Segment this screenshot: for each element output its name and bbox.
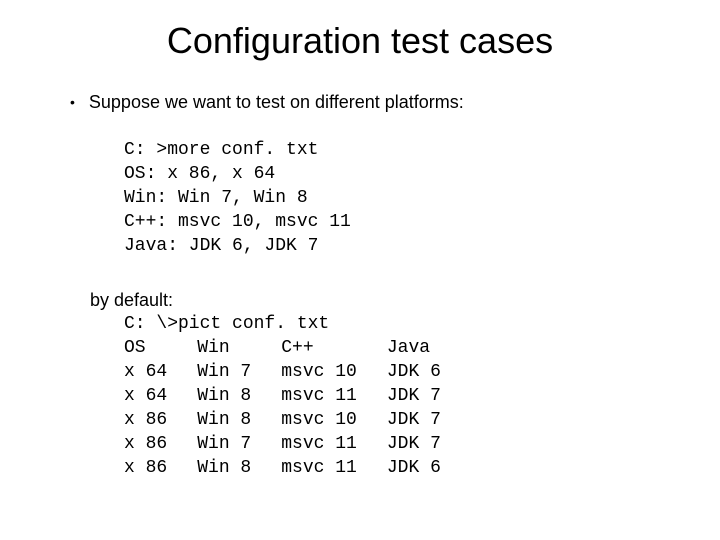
slide-title: Configuration test cases (60, 20, 660, 62)
cell: x 86 (124, 432, 197, 456)
cell: x 64 (124, 384, 197, 408)
table-row: x 86 Win 8 msvc 10 JDK 7 (124, 408, 471, 432)
pict-command: C: \>pict conf. txt (124, 312, 660, 336)
by-default-label: by default: (90, 288, 660, 312)
cell: JDK 7 (387, 384, 471, 408)
table-header-row: OS Win C++ Java (124, 336, 471, 360)
cell: JDK 7 (387, 432, 471, 456)
table-row: x 64 Win 7 msvc 10 JDK 6 (124, 360, 471, 384)
cell: JDK 6 (387, 360, 471, 384)
table-row: x 86 Win 7 msvc 11 JDK 7 (124, 432, 471, 456)
bullet-item: • Suppose we want to test on different p… (70, 90, 660, 114)
cell: msvc 11 (281, 384, 387, 408)
col-header: Win (197, 336, 281, 360)
cell: JDK 7 (387, 408, 471, 432)
cell: msvc 11 (281, 432, 387, 456)
cell: msvc 10 (281, 408, 387, 432)
col-header: OS (124, 336, 197, 360)
bullet-text: Suppose we want to test on different pla… (89, 90, 464, 114)
cell: Win 8 (197, 384, 281, 408)
cell: Win 8 (197, 408, 281, 432)
bullet-dot-icon: • (70, 90, 75, 114)
cell: Win 7 (197, 360, 281, 384)
cell: x 86 (124, 456, 197, 480)
col-header: Java (387, 336, 471, 360)
conf-line: OS: x 86, x 64 (124, 164, 275, 184)
cell: x 86 (124, 408, 197, 432)
cell: msvc 11 (281, 456, 387, 480)
cell: x 64 (124, 360, 197, 384)
table-row: x 64 Win 8 msvc 11 JDK 7 (124, 384, 471, 408)
table-row: x 86 Win 8 msvc 11 JDK 6 (124, 456, 471, 480)
cell: msvc 10 (281, 360, 387, 384)
conf-line: C++: msvc 10, msvc 11 (124, 212, 351, 232)
conf-line: Win: Win 7, Win 8 (124, 188, 308, 208)
conf-line: Java: JDK 6, JDK 7 (124, 236, 318, 256)
conf-file-block: C: >more conf. txt OS: x 86, x 64 Win: W… (124, 114, 660, 258)
output-table: OS Win C++ Java x 64 Win 7 msvc 10 JDK 6… (124, 336, 471, 480)
cell: Win 8 (197, 456, 281, 480)
cell: Win 7 (197, 432, 281, 456)
col-header: C++ (281, 336, 387, 360)
cell: JDK 6 (387, 456, 471, 480)
conf-line: C: >more conf. txt (124, 140, 318, 160)
